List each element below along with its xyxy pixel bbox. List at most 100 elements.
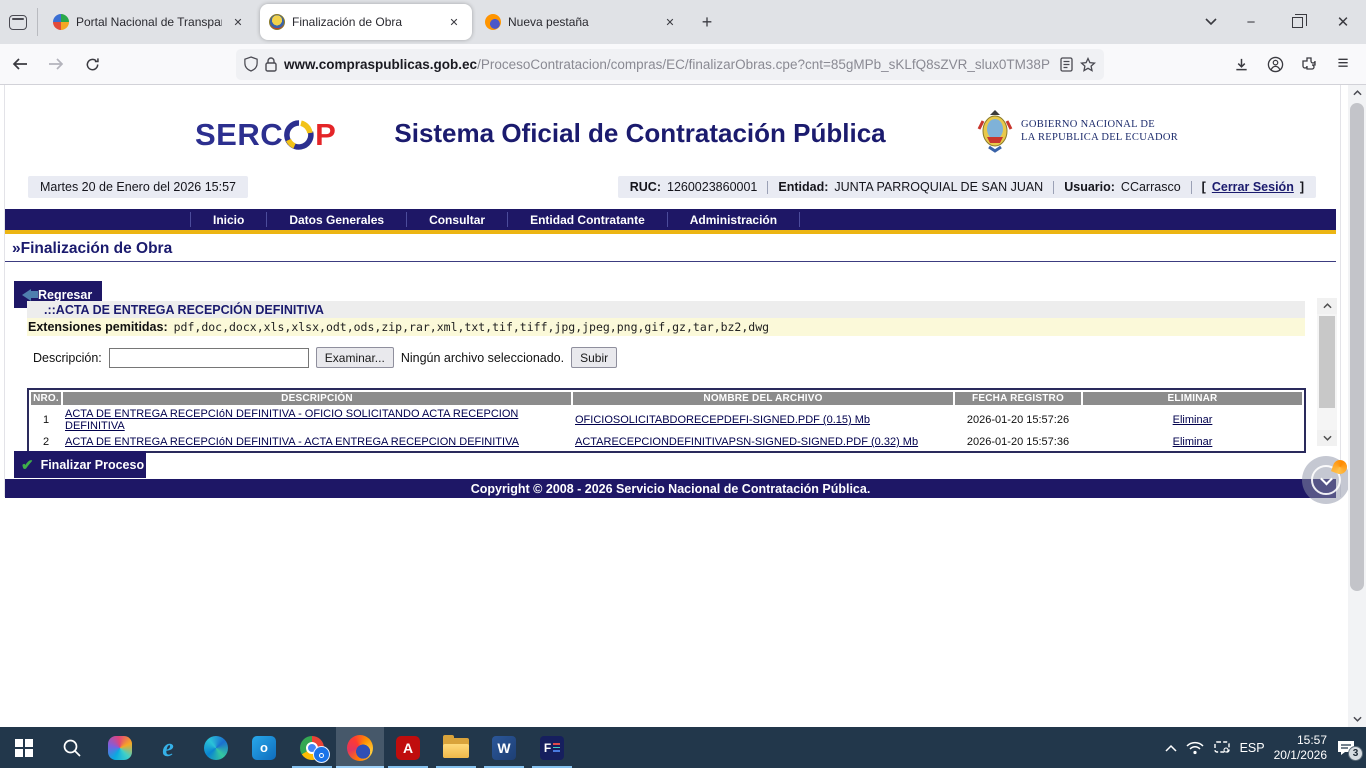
- gold-divider: [5, 230, 1336, 234]
- scroll-up-icon[interactable]: [1348, 85, 1366, 101]
- archivo-link[interactable]: ACTARECEPCIONDEFINITIVAPSN-SIGNED-SIGNED…: [575, 436, 918, 448]
- taskbar-file-explorer[interactable]: [432, 727, 480, 768]
- back-button[interactable]: [4, 49, 36, 79]
- reload-button[interactable]: [76, 49, 108, 79]
- table-row: 1 ACTA DE ENTREGA RECEPCIóN DEFINITIVA -…: [31, 407, 1302, 433]
- outlook-icon: o: [252, 736, 276, 760]
- tray-show-hidden-button[interactable]: [1165, 744, 1177, 752]
- notification-center-button[interactable]: 3: [1336, 739, 1356, 756]
- tab-close-icon[interactable]: ✕: [229, 13, 247, 31]
- reader-view-icon[interactable]: [1060, 57, 1073, 72]
- taskbar-word[interactable]: W: [480, 727, 528, 768]
- notification-badge: 3: [1348, 746, 1363, 761]
- extensions-label: Extensiones pemitidas:: [28, 320, 168, 334]
- forward-button[interactable]: [40, 49, 72, 79]
- firmaec-icon: F: [540, 736, 564, 760]
- extensions-button[interactable]: [1292, 49, 1326, 79]
- firefox-view-icon: [9, 15, 27, 30]
- nav-item-entidad-contratante[interactable]: Entidad Contratante: [508, 212, 668, 227]
- taskbar-copilot[interactable]: [96, 727, 144, 768]
- tray-wifi-button[interactable]: [1186, 741, 1204, 755]
- eliminar-link[interactable]: Eliminar: [1173, 414, 1213, 426]
- datetime-chip: Martes 20 de Enero del 2026 15:57: [28, 176, 248, 198]
- overlay-clock-bubble[interactable]: [1302, 456, 1350, 504]
- chevron-up-icon: [1165, 744, 1177, 752]
- back-icon: [12, 57, 28, 71]
- cerrar-sesion-link[interactable]: Cerrar Sesión: [1212, 180, 1294, 194]
- account-button[interactable]: [1258, 49, 1292, 79]
- tab-close-icon[interactable]: ✕: [445, 13, 463, 31]
- scroll-up-icon[interactable]: [1317, 298, 1337, 314]
- ruc-value: 1260023860001: [667, 180, 757, 194]
- tab-finalizacion-obra[interactable]: Finalización de Obra ✕: [260, 4, 472, 40]
- file-explorer-icon: [443, 738, 469, 758]
- tray-clock[interactable]: 15:57 20/1/2026: [1274, 733, 1327, 763]
- no-file-text: Ningún archivo seleccionado.: [401, 351, 564, 365]
- taskbar-acrobat[interactable]: A: [384, 727, 432, 768]
- wifi-icon: [1186, 741, 1204, 755]
- archivo-link[interactable]: OFICIOSOLICITABDORECEPDEFI-SIGNED.PDF (0…: [575, 414, 870, 426]
- sercop-logo: SERC P: [195, 117, 336, 153]
- url-bar[interactable]: www.compraspublicas.gob.ec/ProcesoContra…: [236, 49, 1104, 80]
- table-header-row: NRO. DESCRIPCIÓN NOMBRE DEL ARCHIVO FECH…: [31, 392, 1302, 405]
- iframe-scrollbar[interactable]: [1317, 298, 1337, 446]
- taskbar-chrome[interactable]: [288, 727, 336, 768]
- start-button[interactable]: [0, 727, 48, 768]
- browser-toolbar: www.compraspublicas.gob.ec/ProcesoContra…: [0, 44, 1366, 85]
- table-row: 2 ACTA DE ENTREGA RECEPCIóN DEFINITIVA -…: [31, 435, 1302, 449]
- sercop-swirl-icon: [284, 120, 314, 150]
- title-divider: [5, 261, 1336, 262]
- separator: [1053, 181, 1054, 194]
- subir-button[interactable]: Subir: [571, 347, 617, 368]
- lock-icon: [265, 57, 277, 72]
- gov-line2: LA REPUBLICA DEL ECUADOR: [1021, 131, 1178, 144]
- firefox-view-button[interactable]: [8, 8, 38, 36]
- taskbar-firefox[interactable]: [336, 727, 384, 768]
- tab-close-icon[interactable]: ✕: [661, 13, 679, 31]
- scrollbar-thumb[interactable]: [1319, 316, 1335, 408]
- tray-language-button[interactable]: ESP: [1240, 741, 1265, 755]
- downloads-button[interactable]: [1224, 49, 1258, 79]
- scrollbar-thumb[interactable]: [1350, 103, 1364, 591]
- finalizar-proceso-button[interactable]: ✔ Finalizar Proceso: [14, 451, 146, 478]
- restore-icon: [1292, 17, 1303, 28]
- examinar-button[interactable]: Examinar...: [316, 347, 394, 368]
- ecuador-favicon-icon: [269, 14, 285, 30]
- bookmark-star-icon[interactable]: [1080, 57, 1096, 72]
- descripcion-link[interactable]: ACTA DE ENTREGA RECEPCIóN DEFINITIVA - A…: [65, 436, 519, 448]
- portal-favicon-icon: [53, 14, 69, 30]
- minimize-button[interactable]: −: [1228, 0, 1274, 44]
- taskbar-edge[interactable]: [192, 727, 240, 768]
- page-left-edge: [4, 85, 5, 497]
- descripcion-input[interactable]: [109, 348, 309, 368]
- check-icon: ✔: [21, 456, 34, 474]
- nav-item-administracion[interactable]: Administración: [668, 212, 800, 227]
- nav-item-consultar[interactable]: Consultar: [407, 212, 508, 227]
- page-content: SERC P Sistema Oficial de Contratación P…: [0, 85, 1366, 727]
- taskbar-outlook[interactable]: o: [240, 727, 288, 768]
- list-all-tabs-button[interactable]: [1194, 7, 1228, 37]
- entidad-value: JUNTA PARROQUIAL DE SAN JUAN: [834, 180, 1043, 194]
- taskbar-firmaec[interactable]: F: [528, 727, 576, 768]
- tab-nueva-pestana[interactable]: Nueva pestaña ✕: [476, 5, 688, 39]
- scroll-down-icon[interactable]: [1348, 711, 1366, 727]
- browser-scrollbar[interactable]: [1348, 85, 1366, 727]
- scroll-down-icon[interactable]: [1317, 430, 1337, 446]
- tab-portal-transparencia[interactable]: Portal Nacional de Transparenci ✕: [44, 5, 256, 39]
- nav-item-inicio[interactable]: Inicio: [190, 212, 267, 227]
- col-descripcion: DESCRIPCIÓN: [63, 392, 571, 405]
- nav-item-datos-generales[interactable]: Datos Generales: [267, 212, 407, 227]
- restore-button[interactable]: [1274, 0, 1320, 44]
- copilot-icon: [108, 736, 132, 760]
- menu-button[interactable]: ≡: [1326, 49, 1360, 79]
- window-close-button[interactable]: ✕: [1320, 0, 1366, 44]
- tray-display-button[interactable]: [1213, 740, 1231, 755]
- eliminar-link[interactable]: Eliminar: [1173, 436, 1213, 448]
- acta-section-header: .::ACTA DE ENTREGA RECEPCIÓN DEFINITIVA: [27, 301, 1305, 318]
- taskbar-search-button[interactable]: [48, 727, 96, 768]
- taskbar-internet-explorer[interactable]: e: [144, 727, 192, 768]
- files-table: NRO. DESCRIPCIÓN NOMBRE DEL ARCHIVO FECH…: [27, 388, 1306, 453]
- descripcion-link[interactable]: ACTA DE ENTREGA RECEPCIóN DEFINITIVA - O…: [65, 408, 518, 432]
- new-tab-button[interactable]: +: [692, 7, 722, 37]
- fecha-registro: 2026-01-20 15:57:36: [955, 435, 1081, 449]
